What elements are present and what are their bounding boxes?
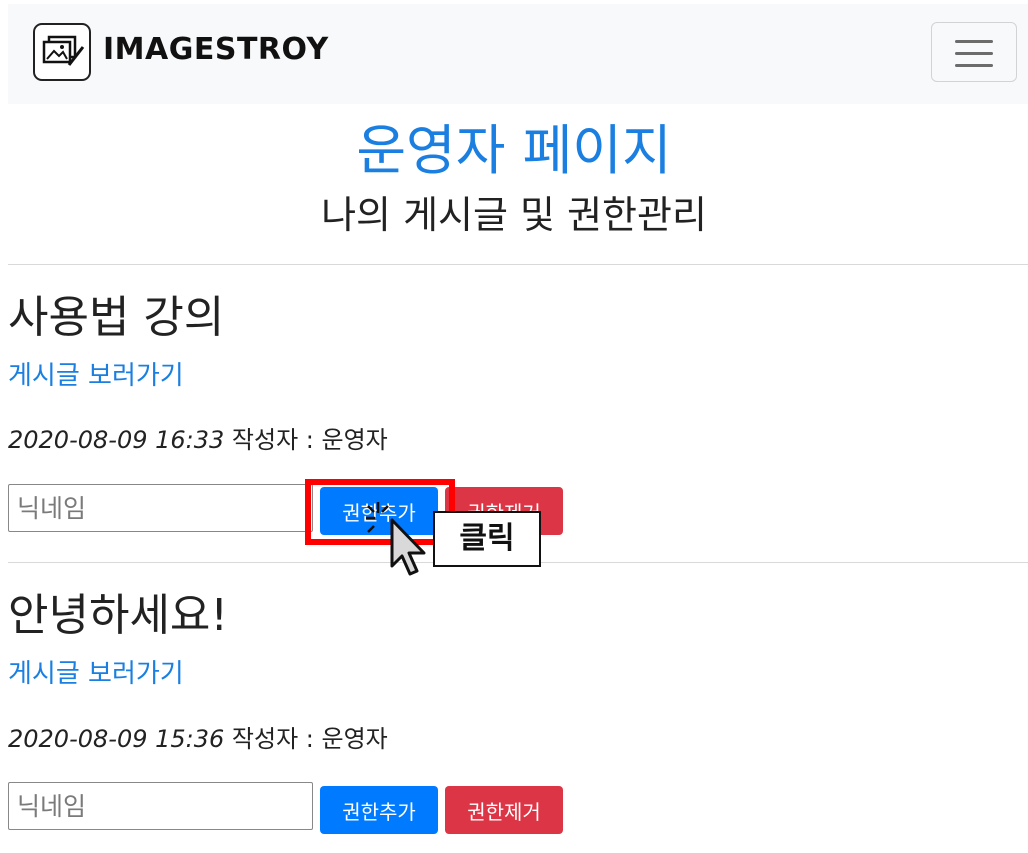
view-post-link[interactable]: 게시글 보러가기 <box>8 359 184 393</box>
divider <box>8 264 1028 265</box>
nickname-input[interactable] <box>8 782 313 830</box>
nickname-input[interactable] <box>8 484 313 532</box>
brand-name[interactable]: IMAGESTROY <box>103 32 329 68</box>
post-title: 사용법 강의 <box>8 292 225 343</box>
post-meta: 2020-08-09 15:36 작성자 : 운영자 <box>8 723 388 755</box>
post-meta: 2020-08-09 16:33 작성자 : 운영자 <box>8 424 388 456</box>
post-author: 작성자 : 운영자 <box>231 725 388 753</box>
click-callout: 클릭 <box>433 511 541 567</box>
page-subtitle: 나의 게시글 및 권한관리 <box>321 193 707 237</box>
image-edit-icon[interactable] <box>33 23 91 81</box>
post-title: 안녕하세요! <box>8 590 229 641</box>
add-permission-button[interactable]: 권한추가 <box>320 786 438 834</box>
view-post-link[interactable]: 게시글 보러가기 <box>8 657 184 691</box>
remove-permission-button[interactable]: 권한제거 <box>445 786 563 834</box>
hamburger-menu-icon[interactable] <box>931 22 1017 82</box>
post-date: 2020-08-09 15:36 <box>8 725 225 753</box>
page-title: 운영자 페이지 <box>356 119 672 182</box>
navbar: IMAGESTROY <box>8 4 1028 104</box>
post-author: 작성자 : 운영자 <box>231 426 388 454</box>
post-date: 2020-08-09 16:33 <box>8 426 225 454</box>
cursor-click-icon <box>364 500 434 584</box>
